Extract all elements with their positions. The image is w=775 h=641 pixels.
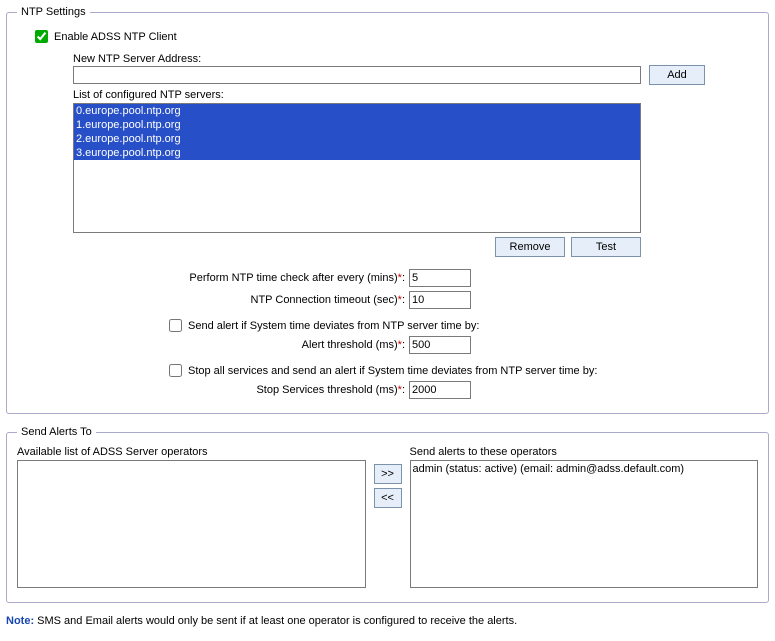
required-asterisk: * [398, 294, 402, 306]
required-asterisk: * [398, 272, 402, 284]
enable-ntp-checkbox[interactable] [35, 30, 48, 43]
check-every-label: Perform NTP time check after every (mins… [189, 272, 397, 284]
note-line: Note: SMS and Email alerts would only be… [6, 615, 769, 627]
selected-operators-listbox[interactable]: admin (status: active) (email: admin@ads… [410, 460, 759, 588]
alert-threshold-label: Alert threshold (ms) [302, 339, 398, 351]
list-item[interactable]: admin (status: active) (email: admin@ads… [413, 463, 756, 475]
ntp-settings-legend: NTP Settings [17, 6, 90, 18]
add-button[interactable]: Add [649, 65, 705, 85]
alerts-fieldset: Send Alerts To Available list of ADSS Se… [6, 426, 769, 603]
deviate-alert-label: Send alert if System time deviates from … [188, 320, 479, 332]
selected-operators-label: Send alerts to these operators [410, 446, 759, 458]
list-item[interactable]: 0.europe.pool.ntp.org [74, 104, 640, 118]
stop-threshold-input[interactable] [409, 381, 471, 399]
remove-button[interactable]: Remove [495, 237, 565, 257]
available-operators-label: Available list of ADSS Server operators [17, 446, 366, 458]
enable-ntp-label: Enable ADSS NTP Client [54, 31, 177, 43]
timeout-label: NTP Connection timeout (sec) [251, 294, 398, 306]
move-right-button[interactable]: >> [374, 464, 402, 484]
available-operators-listbox[interactable] [17, 460, 366, 588]
alert-threshold-input[interactable] [409, 336, 471, 354]
alerts-legend: Send Alerts To [17, 426, 96, 438]
test-button[interactable]: Test [571, 237, 641, 257]
deviate-alert-checkbox[interactable] [169, 319, 182, 332]
move-left-button[interactable]: << [374, 488, 402, 508]
note-text: SMS and Email alerts would only be sent … [34, 615, 517, 627]
required-asterisk: * [398, 339, 402, 351]
new-server-input[interactable] [73, 66, 641, 84]
stop-threshold-label: Stop Services threshold (ms) [256, 384, 397, 396]
new-server-label: New NTP Server Address: [73, 53, 758, 65]
note-prefix: Note: [6, 615, 34, 627]
list-item[interactable]: 3.europe.pool.ntp.org [74, 146, 640, 160]
list-item[interactable]: 1.europe.pool.ntp.org [74, 118, 640, 132]
server-list-label: List of configured NTP servers: [73, 89, 758, 101]
stopall-checkbox[interactable] [169, 364, 182, 377]
ntp-server-listbox[interactable]: 0.europe.pool.ntp.org 1.europe.pool.ntp.… [73, 103, 641, 233]
stopall-label: Stop all services and send an alert if S… [188, 365, 597, 377]
timeout-input[interactable] [409, 291, 471, 309]
check-every-input[interactable] [409, 269, 471, 287]
required-asterisk: * [398, 384, 402, 396]
list-item[interactable]: 2.europe.pool.ntp.org [74, 132, 640, 146]
ntp-settings-fieldset: NTP Settings Enable ADSS NTP Client New … [6, 6, 769, 414]
